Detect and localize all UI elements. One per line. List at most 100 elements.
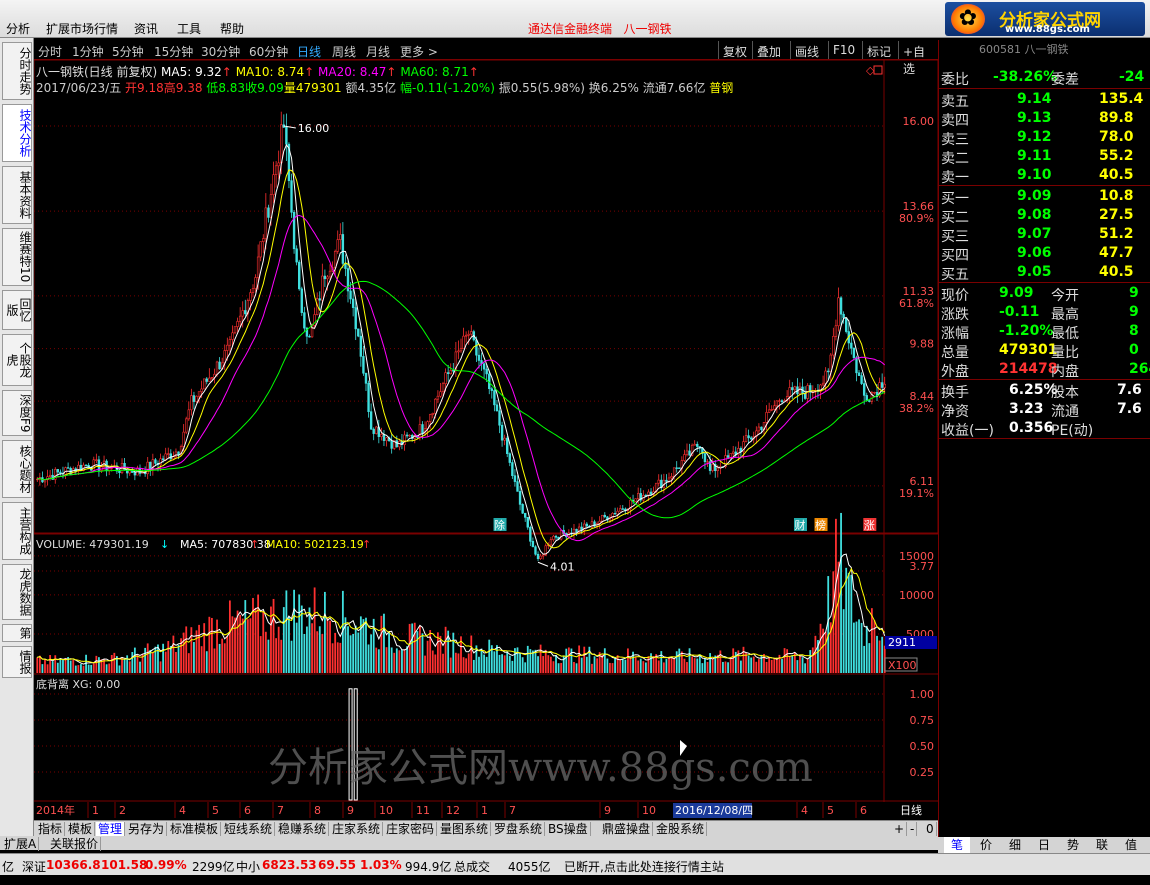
indicator-tab[interactable]: 标准模板	[168, 822, 222, 836]
menu-news[interactable]: 资讯	[134, 20, 158, 37]
indicator-tab[interactable]: 庄家系统	[330, 822, 384, 836]
tab-dragon-data[interactable]: 龙虎数据	[2, 564, 32, 620]
candle-body	[146, 461, 149, 475]
candle-body	[457, 350, 460, 353]
quote-view-button[interactable]: 值	[1118, 837, 1144, 853]
volume-bar	[321, 634, 324, 673]
tab-basic-info[interactable]: 基本资料	[2, 166, 32, 224]
bid-volume: 40.5	[1099, 264, 1134, 280]
menu-tools[interactable]: 工具	[177, 20, 201, 37]
mark-button[interactable]: 标记	[862, 41, 895, 59]
volume-bar	[642, 661, 645, 673]
period-15min[interactable]: 15分钟	[154, 43, 193, 60]
tab-core-theme[interactable]: 核心题材	[2, 440, 32, 498]
volume-bar	[835, 518, 837, 673]
volume-bar	[611, 663, 614, 673]
volume-bar	[686, 662, 688, 673]
tab-dragon-tiger[interactable]: 个股龙虎	[2, 334, 32, 386]
period-monthly[interactable]: 月线	[366, 43, 390, 60]
bid-row: 买四 9.06 47.7	[939, 244, 1150, 264]
draw-line-button[interactable]: 画线	[790, 41, 823, 59]
candle-body	[164, 453, 167, 461]
candle-body	[636, 493, 640, 500]
indicator-tab[interactable]: 庄家密码	[384, 822, 438, 836]
candle-body	[303, 312, 306, 329]
indicator-tab[interactable]: 另存为	[126, 822, 168, 836]
candle-body	[619, 508, 622, 512]
tab-extension-a[interactable]: 扩展A	[2, 837, 40, 851]
period-weekly[interactable]: 周线	[332, 43, 356, 60]
indicator-tab[interactable]: 罗盘系统	[492, 822, 546, 836]
tab-di[interactable]: 第	[2, 624, 32, 642]
indicator-tab[interactable]: 短线系统	[222, 822, 276, 836]
candle-body	[711, 464, 714, 471]
volume-bar	[503, 655, 506, 673]
volume-bar	[434, 654, 437, 673]
candle-body	[508, 453, 511, 463]
overlay-button[interactable]: 叠加	[752, 41, 785, 59]
indicator-tab[interactable]: 指标	[36, 822, 66, 836]
volume-bar	[146, 643, 149, 673]
period-30min[interactable]: 30分钟	[201, 43, 240, 60]
volume-bar	[591, 663, 593, 673]
volume-bar	[54, 655, 57, 673]
volume-bar	[465, 658, 468, 673]
indicator-tab[interactable]: 金股系统	[654, 822, 708, 836]
menu-help[interactable]: 帮助	[220, 20, 244, 37]
volume-bar	[221, 638, 224, 673]
tab-depth-f9[interactable]: 深度F9	[2, 390, 32, 436]
candle-body	[249, 292, 252, 301]
volume-bar	[429, 630, 432, 673]
candle-body	[518, 491, 522, 505]
tab-related-quotes[interactable]: 关联报价	[48, 837, 102, 851]
volume-bar	[395, 648, 398, 673]
tab-main-business[interactable]: 主营构成	[2, 502, 32, 560]
quote-view-button[interactable]: 日	[1031, 837, 1057, 853]
volume-bar	[87, 664, 90, 673]
indicator-tab[interactable]: 鼎盛操盘	[600, 822, 654, 836]
kline-chart[interactable]: 16.0013.6680.9%11.3361.8%9.888.4438.2%6.…	[34, 60, 938, 820]
candle-body	[208, 377, 211, 382]
volume-bar	[362, 619, 365, 673]
candle-body	[267, 207, 270, 218]
indicator-tab[interactable]: 量图系统	[438, 822, 492, 836]
tab-recall[interactable]: 回忆版	[2, 290, 32, 330]
indicator-tab[interactable]: 模板	[66, 822, 96, 836]
zoom-control-button[interactable]: -	[908, 822, 918, 836]
quote-view-button[interactable]: 笔	[944, 837, 970, 853]
quote-view-button[interactable]: 细	[1002, 837, 1028, 853]
adjust-button[interactable]: 复权	[718, 41, 751, 59]
tab-technical-analysis[interactable]: 技术分析	[2, 104, 32, 162]
f10-button[interactable]: F10	[828, 41, 859, 59]
volume-bar	[519, 653, 521, 673]
quote-view-button[interactable]: 价	[973, 837, 999, 853]
period-daily[interactable]: 日线	[297, 43, 321, 60]
connection-status[interactable]: 已断开,点击此处连接行情主站	[564, 858, 724, 875]
period-more[interactable]: 更多 >	[400, 43, 438, 60]
candle-body	[192, 395, 196, 402]
tab-intraday[interactable]: 分时走势	[2, 42, 32, 100]
zoom-control-button[interactable]: 0	[924, 822, 937, 836]
indicator-tab[interactable]: 稳赚系统	[276, 822, 330, 836]
zoom-control-button[interactable]: +	[892, 822, 908, 836]
volume-bar	[195, 630, 198, 673]
stat-label-2: 内盘	[1051, 364, 1079, 380]
candle-body	[729, 453, 732, 458]
volume-bar	[403, 649, 406, 673]
menu-extended-market[interactable]: 扩展市场行情	[46, 20, 118, 37]
quote-view-button[interactable]: 联	[1089, 837, 1115, 853]
quote-view-button[interactable]: 势	[1060, 837, 1086, 853]
period-60min[interactable]: 60分钟	[249, 43, 288, 60]
quote-panel: 600581 八一钢铁 委比 -38.26% 委差 -24 卖五 9.14 135.…	[938, 40, 1150, 838]
candle-body	[280, 124, 283, 164]
tab-intel[interactable]: 情报	[2, 646, 32, 678]
menu-analysis[interactable]: 分析	[6, 20, 30, 37]
period-intraday[interactable]: 分时	[38, 43, 62, 60]
indicator-tab[interactable]: 管理	[96, 822, 126, 836]
period-1min[interactable]: 1分钟	[72, 43, 104, 60]
add-watchlist-button[interactable]: +自选	[898, 41, 938, 76]
indicator-tab[interactable]: BS操盘	[546, 822, 591, 836]
period-5min[interactable]: 5分钟	[112, 43, 144, 60]
tab-weisaite[interactable]: 维赛特10	[2, 228, 32, 286]
volume-bar	[670, 657, 673, 673]
